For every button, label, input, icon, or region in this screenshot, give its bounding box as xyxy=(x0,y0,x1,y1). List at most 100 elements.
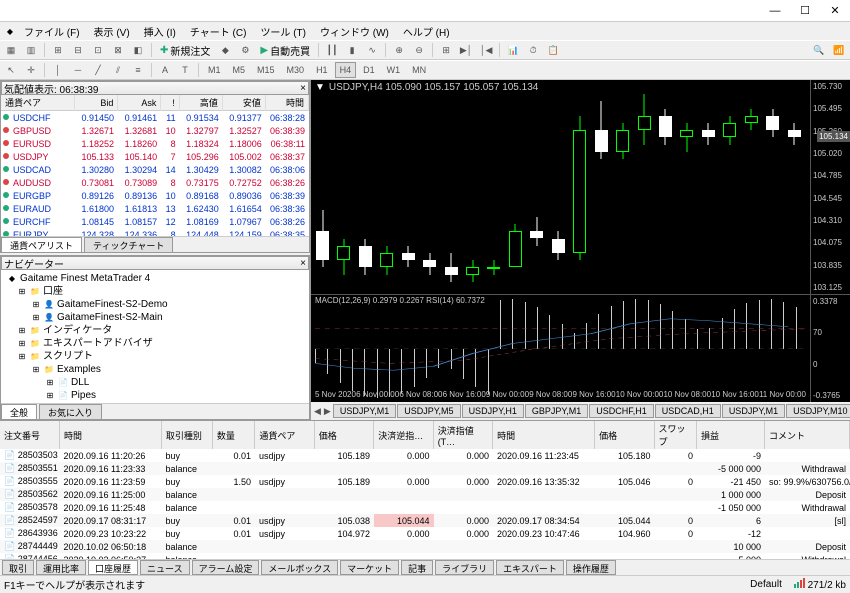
term-tab[interactable]: 記事 xyxy=(401,560,433,575)
cursor-icon[interactable]: ↖ xyxy=(2,62,20,78)
minimize-button[interactable]: — xyxy=(760,1,790,21)
scroll-icon[interactable]: ▶│ xyxy=(457,42,475,58)
table-row[interactable]: 📄 285035782020.09.16 11:25:48balance-1 0… xyxy=(0,501,850,514)
term-col[interactable]: コメント xyxy=(764,421,849,449)
mw-col[interactable]: Ask xyxy=(118,95,161,111)
timeframe-mn[interactable]: MN xyxy=(407,62,431,78)
term-col[interactable]: 注文番号 xyxy=(0,421,59,449)
terminal-icon[interactable]: ⊠ xyxy=(109,42,127,58)
timeframe-h4[interactable]: H4 xyxy=(335,62,357,78)
fibo-icon[interactable]: ≡ xyxy=(129,62,147,78)
search-icon[interactable]: 🔍 xyxy=(810,42,828,58)
mw-row[interactable]: EURAUD1.618001.61813131.624301.6165406:3… xyxy=(1,202,309,215)
tree-item[interactable]: ⊞📄DLL xyxy=(3,376,307,389)
market-watch-icon[interactable]: ⊞ xyxy=(49,42,67,58)
timeframe-m15[interactable]: M15 xyxy=(252,62,280,78)
term-tab[interactable]: マーケット xyxy=(340,560,399,575)
chart-area[interactable]: ▼USDJPY,H4 105.090 105.157 105.057 105.1… xyxy=(311,80,850,402)
tab-common[interactable]: 全般 xyxy=(1,404,37,419)
table-row[interactable]: 📄 285035032020.09.16 11:20:26buy0.01usdj… xyxy=(0,449,850,462)
menu-window[interactable]: ウィンドウ (W) xyxy=(314,22,395,41)
tab-scroll-right-icon[interactable]: ▶ xyxy=(323,403,332,419)
timeframe-w1[interactable]: W1 xyxy=(382,62,406,78)
mw-row[interactable]: EURJPY124.328124.3368124.448124.15906:38… xyxy=(1,228,309,236)
timeframe-m30[interactable]: M30 xyxy=(282,62,310,78)
table-row[interactable]: 📄 285035552020.09.16 11:23:59buy1.50usdj… xyxy=(0,475,850,488)
mw-col[interactable]: 時間 xyxy=(265,95,308,111)
tile-icon[interactable]: ⊞ xyxy=(437,42,455,58)
templates-icon[interactable]: 📋 xyxy=(544,42,562,58)
term-col[interactable]: スワップ xyxy=(654,421,696,449)
tab-tick-chart[interactable]: ティックチャート xyxy=(84,237,173,252)
menu-help[interactable]: ヘルプ (H) xyxy=(397,22,456,41)
term-col[interactable]: 価格 xyxy=(595,421,654,449)
chart-tab[interactable]: USDCAD,H1 xyxy=(655,404,721,418)
term-tab[interactable]: 運用比率 xyxy=(36,560,86,575)
tree-item[interactable]: ⊞📁口座 xyxy=(3,285,307,298)
shift-icon[interactable]: │◀ xyxy=(477,42,495,58)
tree-item[interactable]: ⊞📁エキスパートアドバイザ xyxy=(3,337,307,350)
term-col[interactable]: 価格 xyxy=(314,421,373,449)
table-row[interactable]: 📄 285035512020.09.16 11:23:33balance-5 0… xyxy=(0,462,850,475)
term-tab[interactable]: メールボックス xyxy=(261,560,338,575)
mw-row[interactable]: AUDUSD0.730810.7308980.731750.7275206:38… xyxy=(1,176,309,189)
term-tab[interactable]: エキスパート xyxy=(496,560,564,575)
mw-row[interactable]: EURCHF1.081451.08157121.081691.0796706:3… xyxy=(1,215,309,228)
term-col[interactable]: 時間 xyxy=(493,421,595,449)
mw-col[interactable]: 通貨ペア xyxy=(1,95,75,111)
mw-col[interactable]: ! xyxy=(161,95,179,111)
timeframe-d1[interactable]: D1 xyxy=(358,62,380,78)
signal-icon[interactable]: 📶 xyxy=(830,42,848,58)
tree-root[interactable]: ◆Gaitame Finest MetaTrader 4 xyxy=(3,272,307,285)
term-col[interactable]: 損益 xyxy=(697,421,765,449)
text-icon[interactable]: A xyxy=(156,62,174,78)
term-col[interactable]: 数量 xyxy=(212,421,254,449)
table-row[interactable]: 📄 285035622020.09.16 11:25:00balance1 00… xyxy=(0,488,850,501)
chevron-down-icon[interactable]: ▼ xyxy=(315,82,325,93)
tree-item[interactable]: ⊞📁スクリプト xyxy=(3,350,307,363)
chart-tab[interactable]: USDJPY,M1 xyxy=(722,404,785,418)
hline-icon[interactable]: ─ xyxy=(69,62,87,78)
vline-icon[interactable]: │ xyxy=(49,62,67,78)
metaeditor-icon[interactable]: ◆ xyxy=(216,42,234,58)
channel-icon[interactable]: ⫽ xyxy=(109,62,127,78)
term-col[interactable]: 通貨ペア xyxy=(255,421,314,449)
label-icon[interactable]: T xyxy=(176,62,194,78)
trendline-icon[interactable]: ╱ xyxy=(89,62,107,78)
indicators-icon[interactable]: 📊 xyxy=(504,42,522,58)
timeframe-m1[interactable]: M1 xyxy=(203,62,226,78)
menu-insert[interactable]: 挿入 (I) xyxy=(138,22,182,41)
term-col[interactable]: 取引種別 xyxy=(161,421,212,449)
mw-col[interactable]: Bid xyxy=(75,95,118,111)
line-icon[interactable]: ∿ xyxy=(363,42,381,58)
mw-row[interactable]: EURGBP0.891260.89136100.891680.8903606:3… xyxy=(1,189,309,202)
tree-item[interactable]: ⊞👤GaitameFinest-S2-Main xyxy=(3,311,307,324)
mw-row[interactable]: USDCHF0.914500.91461110.915340.9137706:3… xyxy=(1,111,309,124)
term-tab[interactable]: 口座履歴 xyxy=(88,560,138,575)
table-row[interactable]: 📄 286439362020.09.23 10:23:22buy0.01usdj… xyxy=(0,527,850,540)
periods-icon[interactable]: ⏱ xyxy=(524,42,542,58)
mw-row[interactable]: EURUSD1.182521.1826081.183241.1800606:38… xyxy=(1,137,309,150)
mw-row[interactable]: GBPUSD1.326711.32681101.327971.3252706:3… xyxy=(1,124,309,137)
timeframe-m5[interactable]: M5 xyxy=(228,62,251,78)
menu-tools[interactable]: ツール (T) xyxy=(254,22,312,41)
mw-row[interactable]: USDCAD1.302801.30294141.304291.3008206:3… xyxy=(1,163,309,176)
menu-chart[interactable]: チャート (C) xyxy=(184,22,253,41)
mw-col[interactable]: 高値 xyxy=(179,95,222,111)
term-tab[interactable]: ニュース xyxy=(140,560,190,575)
bars-icon[interactable]: ┃┃ xyxy=(323,42,341,58)
tab-scroll-left-icon[interactable]: ◀ xyxy=(313,403,322,419)
candles-icon[interactable]: ▮ xyxy=(343,42,361,58)
profiles-icon[interactable]: ▥ xyxy=(22,42,40,58)
close-button[interactable]: ✕ xyxy=(820,1,850,21)
new-order-button[interactable]: ✚新規注文 xyxy=(156,43,214,58)
maximize-button[interactable]: ☐ xyxy=(790,1,820,21)
term-col[interactable]: 決済逆指… xyxy=(374,421,433,449)
menu-file[interactable]: ファイル (F) xyxy=(18,22,86,41)
navigator-icon[interactable]: ⊡ xyxy=(89,42,107,58)
term-tab[interactable]: ライブラリ xyxy=(435,560,494,575)
tree-item[interactable]: ⊞📁Examples xyxy=(3,363,307,376)
chart-tab[interactable]: USDJPY,M5 xyxy=(397,404,460,418)
close-icon[interactable]: × xyxy=(300,83,306,94)
chart-tab[interactable]: USDJPY,H1 xyxy=(462,404,524,418)
